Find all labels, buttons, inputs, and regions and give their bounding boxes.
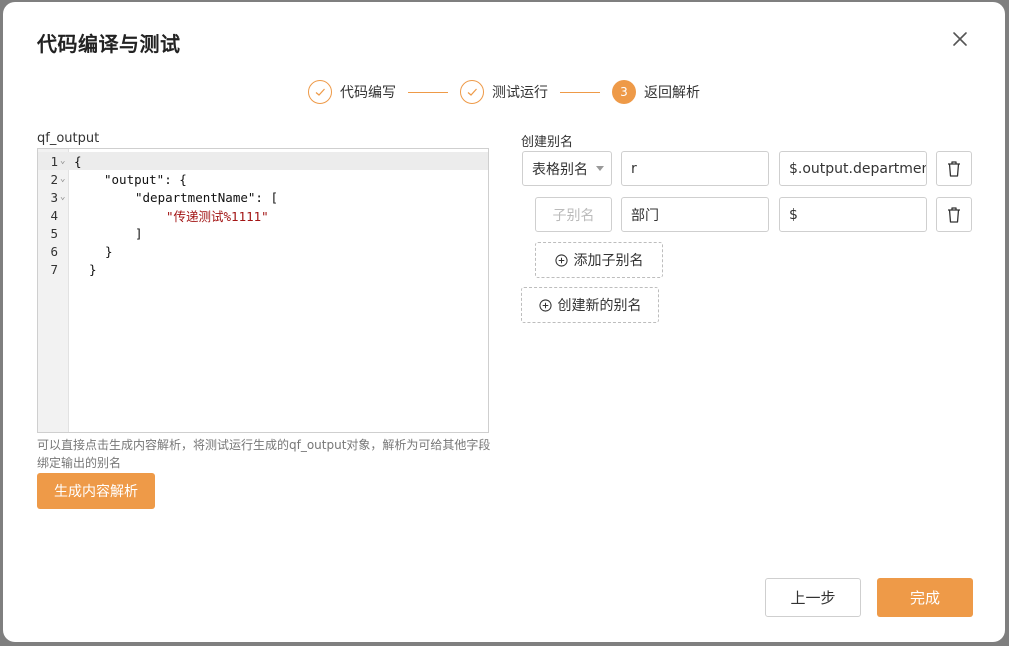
alias-type-select[interactable]: 表格别名 [522,151,612,186]
alias-type-value: 表格别名 [532,161,588,178]
alias-path-input[interactable]: $.output.departmentName [779,151,927,186]
step-number: 3 [612,80,636,104]
step-label: 代码编写 [340,85,396,101]
add-sub-alias-button[interactable]: 添加子别名 [535,242,663,278]
code-line: 5 ] [38,224,488,242]
check-icon [460,80,484,104]
check-icon [308,80,332,104]
create-alias-label: 创建新的别名 [557,298,642,314]
fold-icon[interactable]: ⌄ [58,192,69,202]
fold-icon[interactable]: ⌄ [58,174,69,184]
caret-down-icon [596,166,604,171]
step-code: 代码编写 [308,80,396,104]
code-line: 1 ⌄ { [38,152,488,170]
code-line: 4 "传递测试%1111" [38,206,488,224]
step-connector [560,91,600,93]
step-parse: 3 返回解析 [612,80,700,104]
sub-alias-name-input[interactable]: 部门 [621,197,769,232]
delete-alias-button[interactable] [936,151,972,186]
add-sub-alias-label: 添加子别名 [573,253,644,269]
alias-name-input[interactable]: r [621,151,769,186]
step-label: 测试运行 [492,85,548,101]
line-number: 3 [50,189,58,205]
code-line: 2 ⌄ "output": { [38,170,488,188]
code-key: "output" [104,171,165,187]
alias-label: 创建别名 [521,135,574,150]
finish-button[interactable]: 完成 [877,578,973,617]
step-label: 返回解析 [644,85,700,101]
sub-alias-input[interactable]: 子别名 [535,197,612,232]
code-text: : [ [255,189,278,205]
previous-step-button[interactable]: 上一步 [765,578,861,617]
create-alias-button[interactable]: 创建新的别名 [521,287,659,323]
line-number: 6 [50,243,58,259]
dialog-title: 代码编译与测试 [37,32,181,56]
line-number: 4 [50,207,58,223]
plus-circle-icon [554,253,568,267]
line-number: 7 [50,261,58,277]
editor-label: qf_output [37,131,100,146]
code-value: "传递测试%1111" [166,208,269,224]
step-test: 测试运行 [460,80,548,104]
code-line: 6 } [38,242,488,260]
code-text: ] [135,225,143,241]
line-number: 1 [50,153,58,169]
hint-text: 可以直接点击生成内容解析，将测试运行生成的qf_output对象，解析为可给其他… [37,438,491,470]
trash-icon [948,206,960,223]
dialog: 代码编译与测试 代码编写 测试运行 3 返回解析 qf_output 1⌄ { [3,2,1005,642]
step-connector [408,91,448,93]
line-number: 5 [50,225,58,241]
code-key: "departmentName" [135,189,256,205]
fold-icon[interactable]: ⌄ [58,156,69,166]
plus-circle-icon [538,298,552,312]
line-number: 2 [50,171,58,187]
delete-sub-alias-button[interactable] [936,197,972,232]
code-text: { [74,153,82,169]
trash-icon [948,160,960,177]
code-text: } [89,261,97,277]
stepper: 代码编写 测试运行 3 返回解析 [308,79,700,105]
code-line: 3 ⌄ "departmentName": [ [38,188,488,206]
close-icon[interactable] [949,28,971,50]
code-text: } [105,243,113,259]
sub-alias-path-input[interactable]: $ [779,197,927,232]
code-text: : { [164,171,187,187]
code-line: 7 } [38,260,488,278]
generate-parse-button[interactable]: 生成内容解析 [37,473,155,509]
code-editor[interactable]: 1 ⌄ { 2 ⌄ "output": { 3 ⌄ "departmentName":… [37,148,489,433]
